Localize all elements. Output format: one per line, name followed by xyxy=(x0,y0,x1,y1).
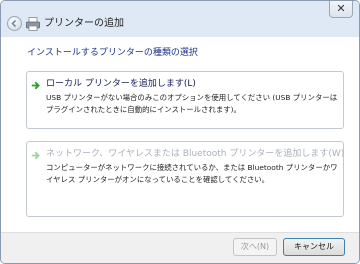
printer-icon xyxy=(26,17,40,31)
add-network-printer-option[interactable]: ネットワーク、ワイヤレスまたは Bluetooth プリンターを追加します(W)… xyxy=(26,141,344,217)
option-description: USB プリンターがない場合のみこのオプションを使用してください (USB プリ… xyxy=(46,93,338,114)
wizard-content: インストールするプリンターの種類の選択 ローカル プリンターを追加します(L) … xyxy=(1,37,359,233)
add-local-printer-option[interactable]: ローカル プリンターを追加します(L) USB プリンターがない場合のみこのオプ… xyxy=(26,71,344,129)
back-arrow-icon xyxy=(11,19,17,28)
page-heading: インストールするプリンターの種類の選択 xyxy=(27,48,198,58)
wizard-title: プリンターの追加 xyxy=(44,18,124,29)
wizard-footer: 次へ(N) キャンセル xyxy=(1,232,359,263)
add-printer-window: ✕ プリンターの追加 インストールするプリンターの種類の選択 ローカル プリンタ… xyxy=(0,0,360,264)
option-title: ローカル プリンターを追加します(L) xyxy=(46,79,196,89)
option-title: ネットワーク、ワイヤレスまたは Bluetooth プリンターを追加します(W) xyxy=(46,149,345,159)
back-button[interactable] xyxy=(7,16,22,31)
cancel-button[interactable]: キャンセル xyxy=(283,238,345,256)
option-description: コンピューターがネットワークに接続されているか、または Bluetooth プリ… xyxy=(46,163,338,184)
close-button[interactable]: ✕ xyxy=(329,1,353,18)
next-button[interactable]: 次へ(N) xyxy=(233,238,277,256)
green-arrow-icon xyxy=(31,80,42,91)
green-arrow-icon xyxy=(31,150,42,161)
title-bar: ✕ プリンターの追加 xyxy=(1,1,359,37)
